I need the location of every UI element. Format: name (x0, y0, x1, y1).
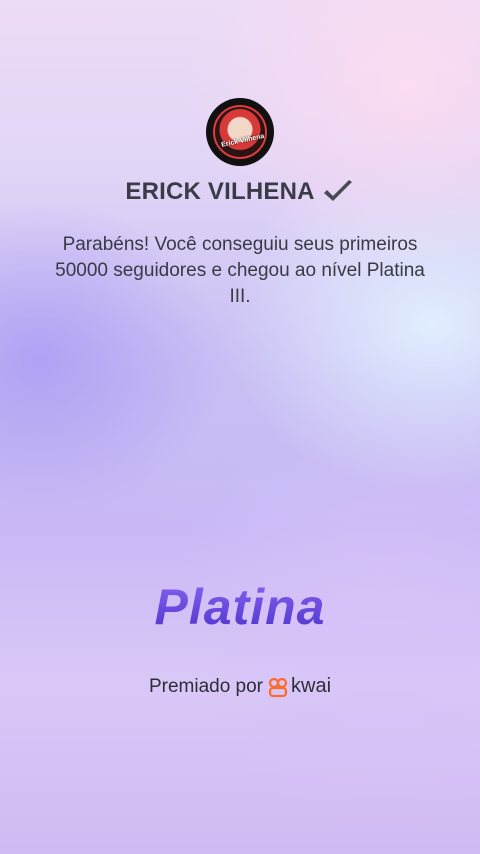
username: ERICK VILHENA (125, 178, 315, 205)
checkmark-icon (321, 179, 355, 205)
kwai-brand: kwai (291, 675, 332, 697)
avatar-image: Erick Vilhena (213, 105, 267, 159)
kwai-logo-icon (268, 677, 288, 697)
avatar[interactable]: Erick Vilhena (206, 98, 274, 166)
awarded-by: Premiado por kwai (0, 675, 480, 698)
tier-title: Platina (0, 578, 480, 636)
awarded-by-label: Premiado por (148, 675, 264, 697)
username-row: ERICK VILHENA (0, 178, 480, 206)
avatar-label: Erick Vilhena (220, 132, 266, 149)
achievement-message: Parabéns! Você conseguiu seus primeiros … (55, 234, 425, 307)
